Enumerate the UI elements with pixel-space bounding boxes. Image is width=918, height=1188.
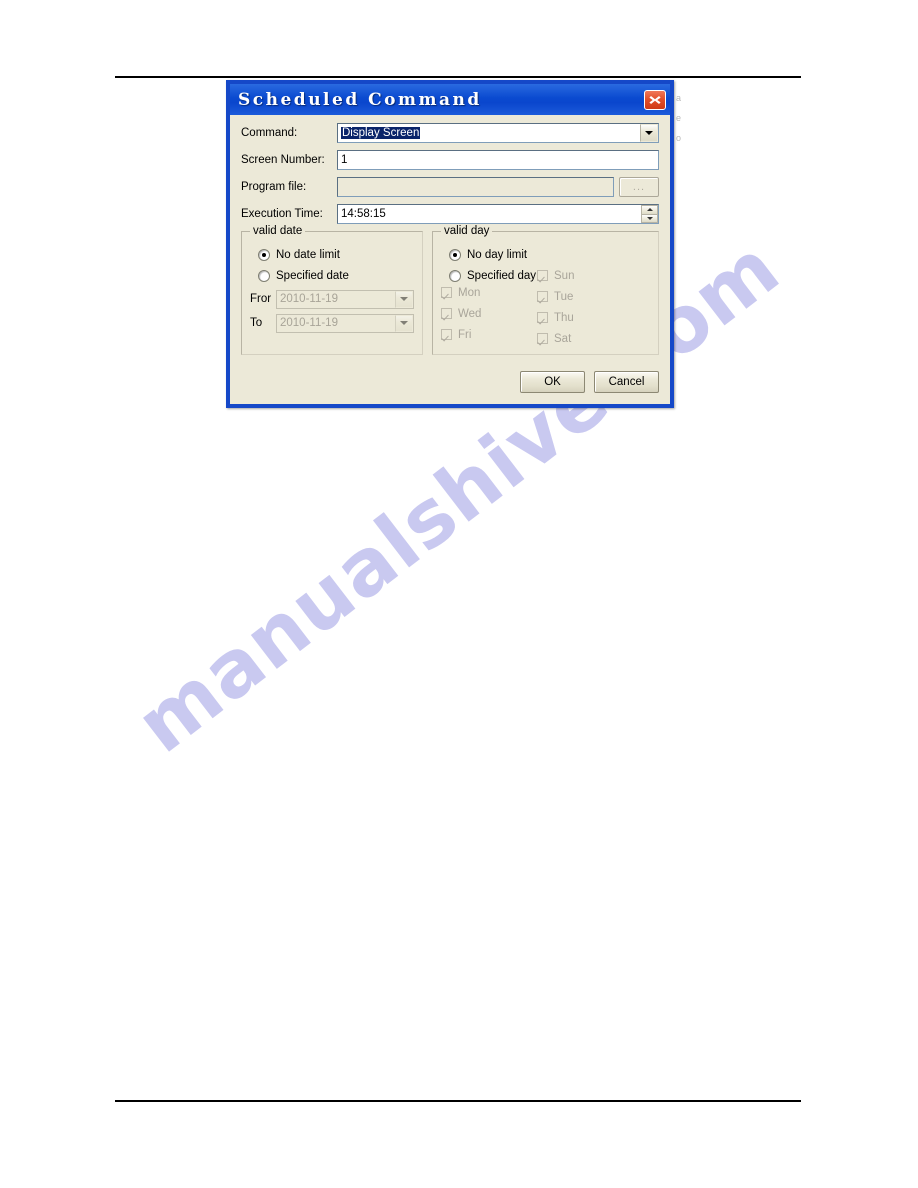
radio-specified-day-label: Specified day [467, 269, 537, 282]
close-icon[interactable] [644, 89, 666, 110]
checkbox-sat-label: Sat [554, 332, 572, 345]
radio-specified-date-label: Specified date [276, 269, 349, 282]
valid-date-group: valid date No date limit Specified date … [241, 225, 423, 355]
spinner-up-icon[interactable] [641, 205, 658, 214]
from-date-value: 2010-11-19 [280, 293, 338, 305]
checkbox-sat-icon [537, 333, 548, 344]
chevron-down-icon[interactable] [640, 124, 658, 142]
screen-number-label: Screen Number: [241, 154, 325, 166]
command-combobox[interactable]: Display Screen [337, 123, 659, 143]
execution-time-value[interactable]: 14:58:15 [338, 205, 641, 223]
radio-no-date-limit-label: No date limit [276, 248, 340, 261]
checkbox-fri-label: Fri [458, 328, 472, 341]
ghost-text-fragment: o [676, 133, 682, 143]
checkbox-mon-icon [441, 287, 452, 298]
program-file-field: ... [337, 177, 659, 197]
chevron-down-icon [395, 314, 413, 332]
cancel-button[interactable]: Cancel [594, 371, 659, 393]
command-value[interactable]: Display Screen [338, 124, 640, 142]
execution-time-spinbox[interactable]: 14:58:15 [337, 204, 659, 224]
program-file-value [338, 178, 613, 196]
checkbox-row-mon: Mon [441, 283, 537, 302]
radio-specified-date[interactable]: Specified date [250, 266, 414, 285]
checkbox-thu-icon [537, 312, 548, 323]
radio-no-day-limit-label: No day limit [467, 248, 528, 261]
radio-no-date-limit[interactable]: No date limit [250, 245, 414, 264]
form-row-screen-number: Screen Number: 1 [241, 150, 659, 170]
checkbox-sun-icon [537, 270, 548, 281]
checkbox-wed-icon [441, 308, 452, 319]
form-row-command: Command: Display Screen [241, 123, 659, 143]
execution-time-stepper[interactable] [641, 205, 658, 223]
dialog-footer: OK Cancel [520, 371, 659, 393]
page-footer-rule [115, 1100, 801, 1102]
valid-date-title: valid date [250, 225, 306, 237]
radio-no-day-limit-icon[interactable] [449, 248, 461, 261]
form-row-execution-time: Execution Time: 14:58:15 [241, 204, 659, 224]
radio-specified-date-icon[interactable] [258, 269, 270, 282]
valid-day-title: valid day [441, 225, 493, 237]
execution-time-label: Execution Time: [241, 208, 323, 220]
checkbox-row-sun: Sun [537, 266, 645, 285]
checkbox-row-thu: Thu [537, 308, 645, 327]
from-date-combobox: 2010-11-19 [276, 289, 414, 309]
radio-no-date-limit-icon[interactable] [258, 248, 270, 261]
ghost-text-fragment: a [676, 93, 682, 103]
checkbox-row-wed: Wed [441, 304, 537, 323]
checkbox-tue-label: Tue [554, 290, 574, 303]
radio-specified-day-icon[interactable] [449, 269, 461, 282]
checkbox-sun-label: Sun [554, 269, 575, 282]
scheduled-command-dialog: Scheduled Command Command: Display Scree… [226, 80, 674, 408]
screen-number-input[interactable]: 1 [337, 150, 659, 170]
program-file-input [337, 177, 614, 197]
date-row-to: To 2010-11-19 [250, 313, 414, 333]
screen-number-value[interactable]: 1 [338, 151, 658, 169]
browse-button[interactable]: ... [619, 177, 659, 197]
from-label: Fror [250, 293, 272, 305]
ghost-text-fragment: e [676, 113, 682, 123]
program-file-label: Program file: [241, 181, 307, 193]
to-date-value: 2010-11-19 [280, 317, 338, 329]
command-label: Command: [241, 127, 298, 139]
command-selected-text: Display Screen [341, 127, 421, 139]
checkbox-row-sat: Sat [537, 329, 645, 348]
dialog-title: Scheduled Command [238, 89, 482, 110]
day-checkbox-column-right: Sun Tue Thu Sat [537, 245, 645, 350]
spinner-down-icon[interactable] [641, 213, 658, 223]
to-date-combobox: 2010-11-19 [276, 313, 414, 333]
checkbox-wed-label: Wed [458, 307, 482, 320]
day-checkbox-column-left: Mon Wed Fri [441, 283, 537, 346]
option-groups: valid date No date limit Specified date … [241, 225, 659, 355]
checkbox-tue-icon [537, 291, 548, 302]
checkbox-row-fri: Fri [441, 325, 537, 344]
valid-day-group: valid day No day limit Specified day Mon [432, 225, 659, 355]
checkbox-row-tue: Tue [537, 287, 645, 306]
dialog-titlebar[interactable]: Scheduled Command [230, 84, 670, 115]
to-label: To [250, 317, 263, 329]
checkbox-thu-label: Thu [554, 311, 574, 324]
checkbox-fri-icon [441, 329, 452, 340]
page-header-rule [115, 76, 801, 78]
checkbox-mon-label: Mon [458, 286, 481, 299]
date-row-from: Fror 2010-11-19 [250, 289, 414, 309]
form-row-program-file: Program file: ... [241, 177, 659, 197]
ok-button[interactable]: OK [520, 371, 585, 393]
chevron-down-icon [395, 290, 413, 308]
dialog-body: Command: Display Screen Screen Number: 1… [230, 115, 670, 404]
